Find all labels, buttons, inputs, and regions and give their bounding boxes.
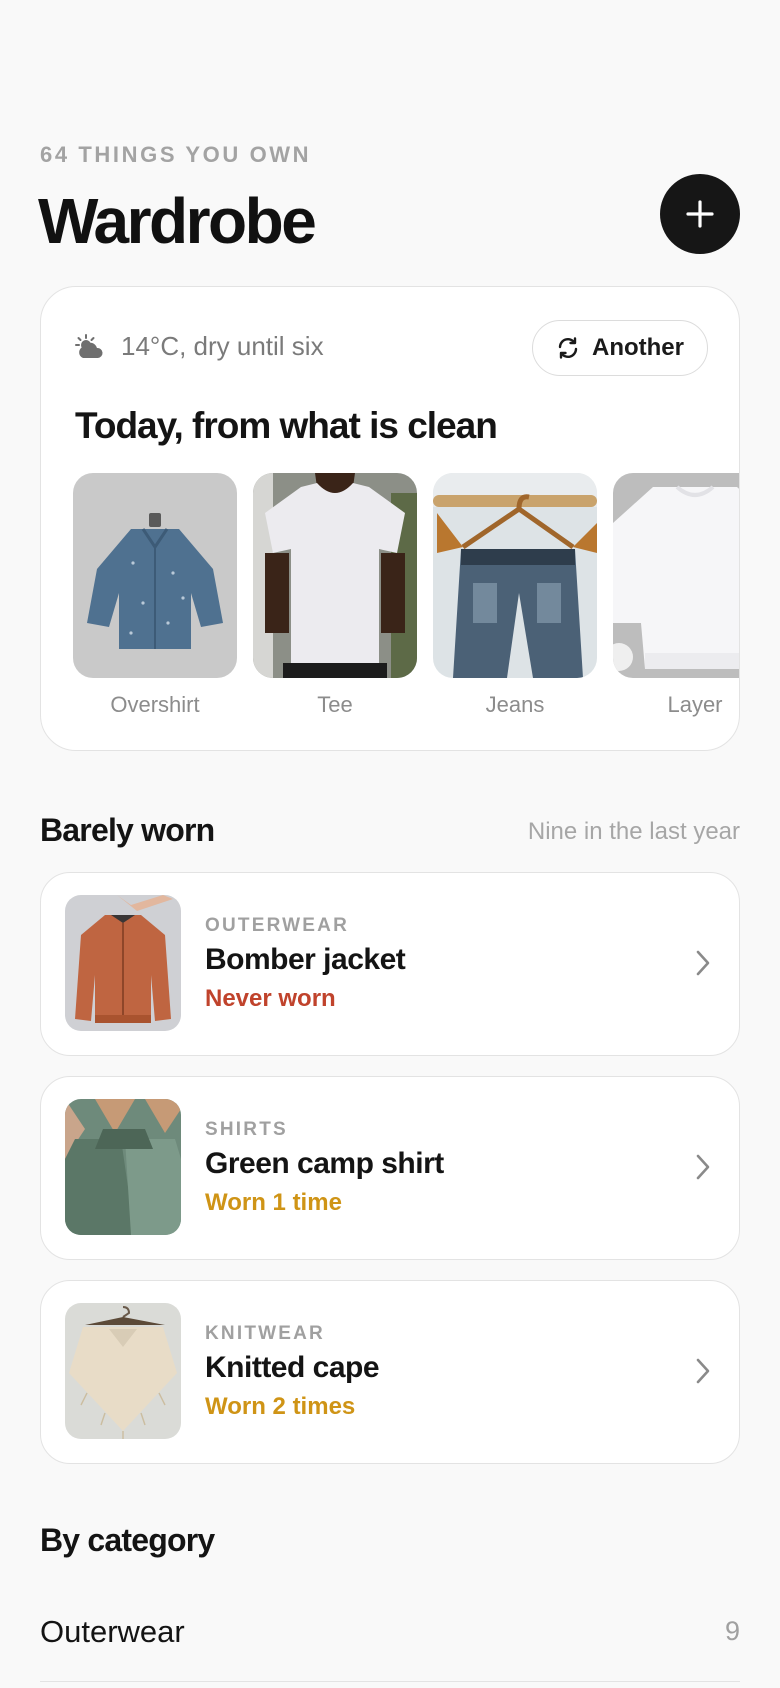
outfit-item-layer[interactable]: Layer <box>613 473 739 718</box>
barely-worn-note: Nine in the last year <box>527 818 740 845</box>
category-row-outerwear[interactable]: Outerwear 9 <box>40 1590 740 1682</box>
outfit-item-label: Tee <box>317 692 353 717</box>
jeans-photo <box>433 473 597 678</box>
bomber-jacket-photo <box>65 895 181 1031</box>
item-category: SHIRTS <box>205 1119 288 1140</box>
barely-worn-title: Barely worn <box>40 812 215 848</box>
add-item-button[interactable] <box>660 174 740 254</box>
item-name: Bomber jacket <box>205 943 406 976</box>
barely-worn-item[interactable]: OUTERWEAR Bomber jacket Never worn <box>40 872 740 1056</box>
sun-behind-cloud-icon <box>75 333 103 358</box>
weather-summary: 14°C, dry until six <box>121 331 324 361</box>
barely-worn-item[interactable]: KNITWEAR Knitted cape Worn 2 times <box>40 1280 740 1464</box>
green-camp-shirt-photo <box>65 1099 181 1235</box>
outfit-item-jeans[interactable]: Jeans <box>433 473 597 718</box>
item-wear-status: Never worn <box>205 985 336 1012</box>
item-count-eyebrow: 64 THINGS YOU OWN <box>40 142 312 167</box>
chevron-right-icon <box>696 1154 710 1180</box>
another-outfit-button[interactable]: Another <box>532 320 708 376</box>
another-label: Another <box>592 334 684 361</box>
chevron-right-icon <box>696 1358 710 1384</box>
knitted-cape-photo <box>65 1303 181 1439</box>
item-wear-status: Worn 2 times <box>205 1393 356 1420</box>
chevron-right-icon <box>696 950 710 976</box>
category-count: 9 <box>724 1616 740 1646</box>
item-category: KNITWEAR <box>205 1323 325 1344</box>
item-name: Green camp shirt <box>205 1147 444 1180</box>
tee-photo <box>253 473 417 678</box>
outfit-item-label: Jeans <box>485 692 545 717</box>
barely-worn-item[interactable]: SHIRTS Green camp shirt Worn 1 time <box>40 1076 740 1260</box>
outfit-suggestion-card: 14°C, dry until six Another Today, from … <box>40 286 740 751</box>
outfit-heading: Today, from what is clean <box>75 405 498 446</box>
refresh-icon <box>558 337 578 359</box>
item-name: Knitted cape <box>205 1351 380 1384</box>
outfit-item-label: Overshirt <box>110 692 200 717</box>
overshirt-photo <box>73 473 237 678</box>
page-title: Wardrobe <box>38 185 317 257</box>
outfit-item-overshirt[interactable]: Overshirt <box>73 473 237 718</box>
by-category-title: By category <box>40 1522 215 1558</box>
weather-row: 14°C, dry until six <box>75 331 324 362</box>
plus-icon <box>686 200 714 228</box>
layer-photo <box>613 473 739 678</box>
item-wear-status: Worn 1 time <box>205 1189 342 1216</box>
outfit-item-tee[interactable]: Tee <box>253 473 417 718</box>
category-name: Outerwear <box>40 1614 185 1649</box>
outfit-item-label: Layer <box>667 692 723 717</box>
wardrobe-screen: 64 THINGS YOU OWN Wardrobe 14°C, dry unt… <box>0 0 780 1688</box>
item-category: OUTERWEAR <box>205 915 350 936</box>
